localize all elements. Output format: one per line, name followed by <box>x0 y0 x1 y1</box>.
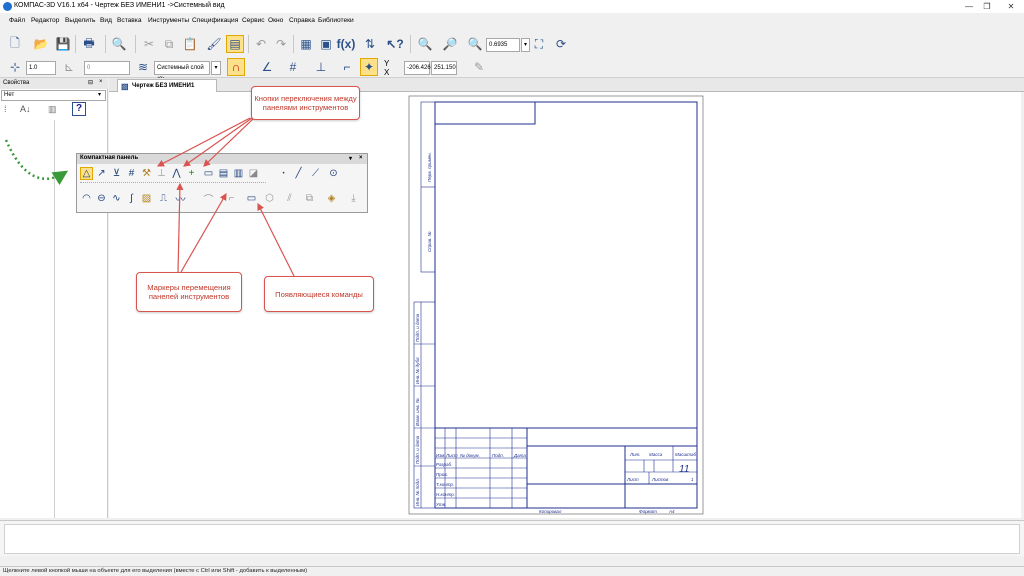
status-bar: Щелкните левой кнопкой мыши на объекте д… <box>0 566 1024 576</box>
callout-appearing-commands: Появляющиеся команды <box>264 276 374 312</box>
command-input-area[interactable] <box>4 524 1020 554</box>
command-bar <box>0 520 1024 556</box>
callout-switch-buttons: Кнопки переключения между панелями инстр… <box>251 86 360 120</box>
callout-move-markers: Маркеры перемещения панелей инструментов <box>136 272 242 312</box>
